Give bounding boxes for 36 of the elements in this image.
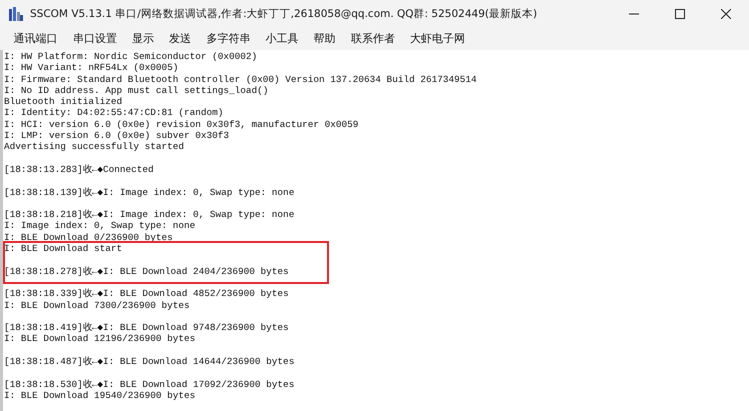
menu-item[interactable]: 多字符串 bbox=[198, 28, 258, 48]
menu-item[interactable]: 帮助 bbox=[306, 28, 344, 48]
log-line: [18:38:18.218]收←◆I: Image index: 0, Swap type: none bbox=[4, 209, 296, 220]
log-line: [18:38:18.487]收←◆I: BLE Download 14644/236900 bytes bbox=[4, 356, 296, 368]
log-line: I: Image index: 0, Swap type: none bbox=[4, 220, 196, 232]
menu-item[interactable]: 串口设置 bbox=[65, 28, 124, 48]
app-icon bbox=[8, 6, 24, 22]
log-line: Bluetooth initialized bbox=[4, 96, 124, 108]
log-line: I: BLE Download 0/236900 bytes bbox=[4, 232, 174, 244]
log-line: I: Firmware: Standard Bluetooth controller (0x00) Version 137.20634 Build 2617349514 bbox=[4, 74, 478, 85]
log-line: [18:38:18.530]收←◆I: BLE Download 17092/236900 bytes bbox=[4, 378, 296, 390]
log-line: I: BLE Download 19540/236900 bytes bbox=[4, 390, 196, 402]
log-line: [18:38:18.419]收←◆I: BLE Download 9748/236900 bytes bbox=[4, 322, 290, 334]
log-line: Advertising successfully started bbox=[4, 141, 186, 153]
window-title: SSCOM V5.13.1 串口/网络数据调试器,作者:大虾丁丁,2618058@qq.com. QQ群: 52502449(最新版本) bbox=[30, 7, 538, 21]
log-line: I: HW Platform: Nordic Semiconductor (0x0002) bbox=[4, 51, 258, 62]
log-line: [18:38:18.339]收←◆I: BLE Download 4852/236900 bytes bbox=[4, 288, 290, 300]
log-line: I: BLE Download start bbox=[4, 243, 124, 254]
log-line: [18:38:13.283]收←◆Connected bbox=[4, 164, 155, 176]
log-line: I: Identity: D4:02:55:47:CD:81 (random) bbox=[4, 107, 224, 119]
log-line: [18:38:18.139]收←◆I: Image index: 0, Swap type: none bbox=[4, 186, 296, 198]
log-line: I: BLE Download 7300/236900 bytes bbox=[4, 300, 191, 311]
log-line: I: No ID address. App must call settings_load() bbox=[4, 84, 270, 96]
menu-item[interactable]: 小工具 bbox=[258, 28, 306, 48]
menu-item[interactable]: 通讯端口 bbox=[6, 28, 66, 48]
menu-item[interactable]: 大虾电子网 bbox=[402, 28, 473, 48]
log-line: I: HCI: version 6.0 (0x0e) revision 0x30f3, manufacturer 0x0059 bbox=[4, 118, 360, 130]
menu-item[interactable]: 显示 bbox=[124, 28, 162, 48]
menu-item[interactable]: 发送 bbox=[162, 28, 199, 48]
log-line: I: HW Variant: nRF54Lx (0x0005) bbox=[4, 62, 180, 74]
log-line: I: BLE Download 12196/236900 bytes bbox=[4, 333, 196, 345]
log-line: I: LMP: version 6.0 (0x0e) subver 0x30f3 bbox=[4, 130, 230, 142]
log-line: [18:38:18.278]收←◆I: BLE Download 2404/236900 bytes bbox=[4, 266, 290, 277]
maximize-icon bbox=[675, 9, 685, 19]
menu-item[interactable]: 联系作者 bbox=[343, 28, 402, 48]
close-icon bbox=[721, 9, 731, 19]
